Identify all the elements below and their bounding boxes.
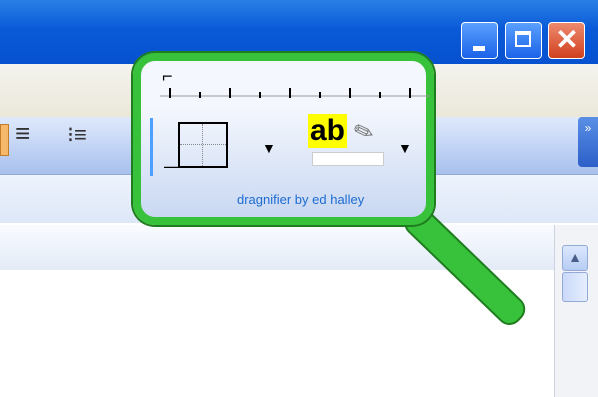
minimize-button[interactable] (461, 22, 498, 59)
toolbar-separator (150, 118, 153, 176)
highlight-text: ab (308, 114, 348, 148)
close-icon: ✕ (555, 24, 579, 55)
align-center-icon[interactable]: ≡ (15, 118, 30, 149)
maximize-button[interactable] (505, 22, 542, 59)
toolbar-overflow-button[interactable]: » (578, 117, 598, 167)
table-borders-icon[interactable] (178, 122, 228, 168)
scroll-up-button[interactable]: ▲ (562, 245, 588, 271)
numbered-list-icon[interactable]: ⁝≡ (67, 122, 87, 148)
maximize-icon (515, 31, 531, 47)
vertical-scrollbar[interactable]: ▲ (554, 225, 598, 397)
highlight-dropdown-icon[interactable]: ▼ (398, 140, 412, 156)
lens-ruler (160, 88, 430, 98)
scroll-thumb[interactable] (562, 272, 588, 302)
minimize-icon (473, 46, 485, 51)
table-dropdown-icon[interactable]: ▼ (262, 140, 276, 156)
magnifier-caption: dragnifier by ed halley (237, 192, 365, 207)
align-left-button[interactable] (0, 124, 9, 156)
close-button[interactable]: ✕ (548, 22, 585, 59)
ruler-indent-marker[interactable]: ⌐ (162, 66, 173, 87)
highlight-color-bar (312, 152, 384, 166)
